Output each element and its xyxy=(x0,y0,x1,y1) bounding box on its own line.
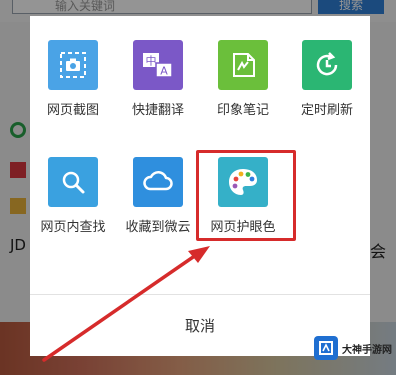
site-watermark: 大神手游网 xyxy=(314,333,396,363)
watermark-text: 大神手游网 xyxy=(342,344,392,356)
annotation-arrow xyxy=(42,246,210,362)
site-logo-icon xyxy=(314,336,338,360)
